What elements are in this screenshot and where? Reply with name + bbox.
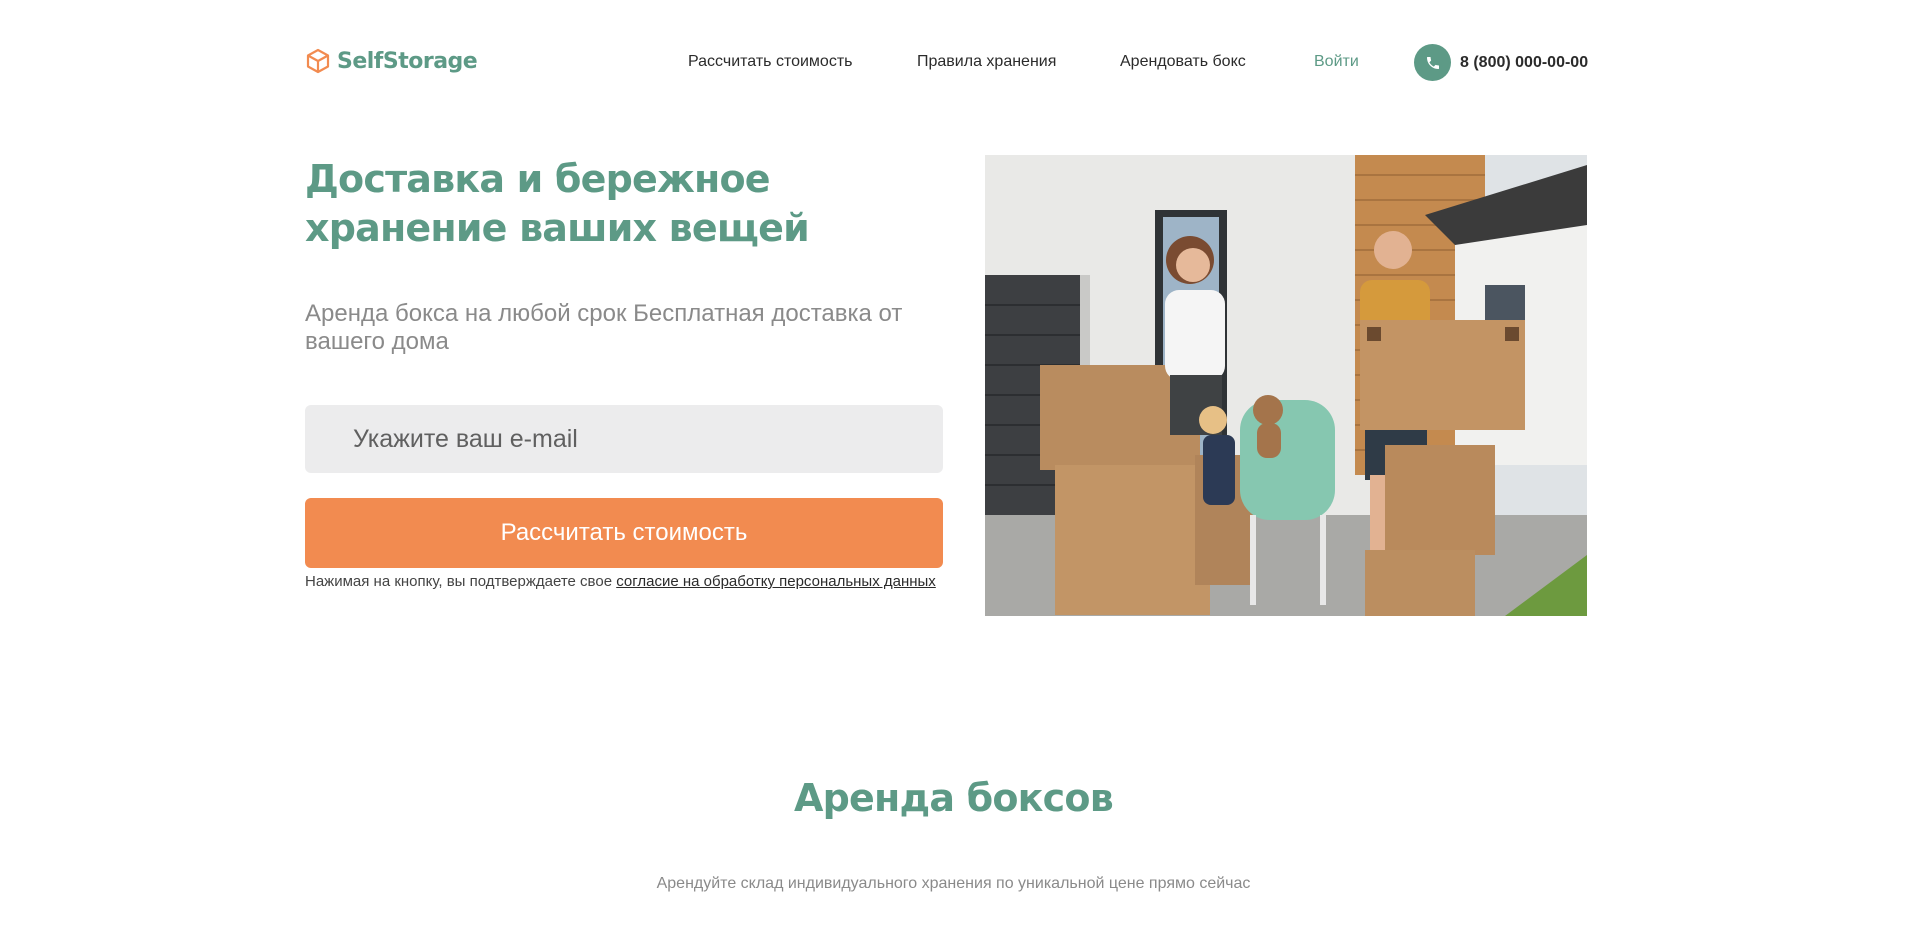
nav-login[interactable]: Войти: [1314, 52, 1359, 72]
logo-text: SelfStorage: [337, 48, 478, 74]
family-moving-boxes-photo: [985, 155, 1587, 616]
nav-rent-box[interactable]: Арендовать бокс: [1120, 52, 1246, 72]
box-icon: [306, 48, 330, 74]
consent-link[interactable]: согласие на обработку персональных данны…: [616, 573, 936, 590]
phone-number: 8 (800) 000-00-00: [1460, 53, 1589, 71]
hero-title: Доставка и бережное хранение ваших вещей: [305, 157, 810, 250]
section-title: Аренда боксов: [794, 776, 1114, 820]
phone-icon: [1414, 44, 1451, 81]
consent-text: Нажимая на кнопку, вы подтверждаете свое…: [305, 570, 945, 594]
site-header: SelfStorage Рассчитать стоимость Правила…: [0, 0, 1907, 125]
hero-photo: [985, 155, 1587, 616]
nav-storage-rules[interactable]: Правила хранения: [917, 52, 1056, 72]
hero-subtitle: Аренда бокса на любой срок Бесплатная до…: [305, 300, 903, 355]
phone-link[interactable]: 8 (800) 000-00-00: [1414, 44, 1588, 81]
logo-link[interactable]: SelfStorage: [305, 48, 478, 74]
consent-prefix: Нажимая на кнопку, вы подтверждаете свое: [305, 573, 617, 590]
calc-cost-button[interactable]: Рассчитать стоимость: [305, 498, 943, 568]
section-subtitle: Арендуйте склад индивидуального хранения…: [656, 875, 1251, 892]
nav-calc-cost[interactable]: Рассчитать стоимость: [688, 52, 852, 72]
email-field[interactable]: [305, 405, 943, 473]
